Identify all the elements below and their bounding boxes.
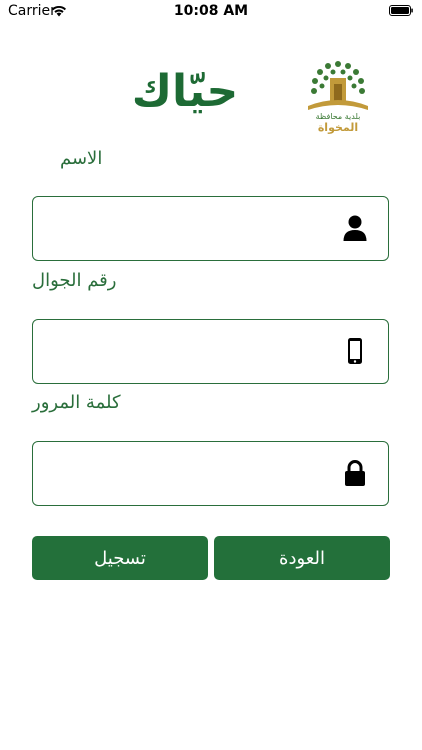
brand-text: حيّاك [132,66,239,117]
clock: 10:08 AM [173,3,249,19]
phone-field[interactable] [32,319,389,384]
seal-text-top: بلدية محافظة [316,112,361,121]
lock-icon [345,460,365,486]
password-input[interactable] [43,442,337,506]
phone-label: رقم الجوال [32,270,117,291]
name-input[interactable] [43,197,337,261]
register-button[interactable]: تسجيل [32,536,208,580]
user-icon [343,215,367,241]
name-field[interactable] [32,196,389,261]
hayyak-brand-logo: حيّاك [132,66,239,117]
seal-text-bottom: المخواة [318,121,358,134]
status-bar: Carrier 10:08 AM [0,0,422,24]
municipality-seal-logo: بلدية محافظة المخواة [308,61,368,134]
password-field[interactable] [32,441,389,506]
app-logo: حيّاك بلدية محافظة المخواة [90,56,380,138]
mobile-phone-icon [348,338,362,364]
phone-input[interactable] [43,320,337,384]
back-button[interactable]: العودة [214,536,390,580]
password-label: كلمة المرور [32,392,121,413]
battery-icon [389,5,413,16]
name-label: الاسم [60,148,103,169]
